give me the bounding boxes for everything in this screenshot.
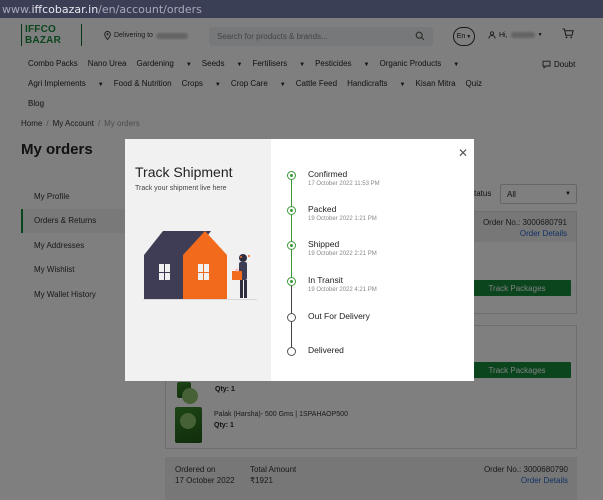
step-done-icon [287,206,296,215]
modal-title: Track Shipment [135,164,233,180]
url-prefix: www. [2,2,32,16]
url-host: iffcobazar.in [31,2,99,16]
step-date: 17 October 2022 11:53 PM [308,181,380,187]
step-label: Confirmed [308,169,348,179]
modal-info-panel: Track Shipment Track your shipment live … [125,139,271,381]
step-done-icon [287,241,296,250]
step-pending-icon [287,313,296,322]
modal-subtitle: Track your shipment live here [135,185,227,192]
step-label: Shipped [308,239,340,249]
step-label: Out For Delivery [308,311,370,321]
step-date: 19 October 2022 2:21 PM [308,251,377,257]
track-shipment-modal: Track Shipment Track your shipment live … [125,139,474,381]
step-date: 19 October 2022 4:21 PM [308,287,377,293]
step-label: In Transit [308,275,343,285]
step-label: Delivered [308,345,344,355]
url-text[interactable]: www.iffcobazar.in/en/account/orders [2,3,202,16]
step-date: 19 October 2022 1:21 PM [308,216,377,222]
delivery-house-illustration [143,231,257,300]
timeline-line-done [291,179,292,283]
url-path: /en/account/orders [98,2,202,16]
browser-url-bar[interactable]: www.iffcobazar.in/en/account/orders [0,0,603,18]
close-icon[interactable]: ✕ [458,146,468,160]
step-done-icon [287,171,296,180]
step-label: Packed [308,204,337,214]
step-done-icon [287,277,296,286]
step-pending-icon [287,347,296,356]
